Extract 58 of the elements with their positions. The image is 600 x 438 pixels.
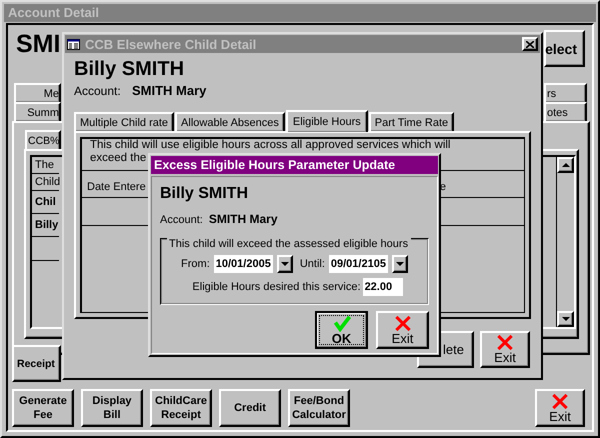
action-button[interactable]: Display Bill xyxy=(81,389,143,427)
from-label: From: xyxy=(181,258,210,270)
caret-icon xyxy=(562,317,570,321)
description-text: This child will use eligible hours across all approved services which will xyxy=(90,139,450,152)
caret-icon xyxy=(396,262,404,266)
select-button[interactable]: elect xyxy=(544,30,585,67)
date-field[interactable]: 10/01/2005 xyxy=(214,255,273,273)
child-name: Billy SMITH xyxy=(74,58,186,81)
exit-button[interactable]: Exit xyxy=(376,311,429,349)
hours-label: Eligible Hours desired this service: xyxy=(192,281,361,293)
receipt-button[interactable]: Receipt xyxy=(12,345,61,382)
dialog-title: Excess Eligible Hours Parameter Update xyxy=(151,156,438,174)
scrollbar[interactable] xyxy=(556,157,574,327)
tab[interactable]: CCB% xyxy=(25,130,61,150)
tab[interactable]: Me xyxy=(14,83,61,102)
window-title: CCB Elsewhere Child Detail xyxy=(85,36,258,52)
description-text: exceed the xyxy=(90,152,146,165)
tab[interactable]: Summ xyxy=(14,102,61,121)
action-button[interactable]: ChildCare Receipt xyxy=(150,389,212,427)
x-icon xyxy=(392,314,412,332)
window-title: Account Detail xyxy=(4,4,596,22)
until-label: Until: xyxy=(300,258,325,270)
close-button[interactable] xyxy=(522,37,538,51)
list-row[interactable]: The xyxy=(32,157,59,174)
account-name: SMITH Mary xyxy=(132,83,206,98)
dropdown-button[interactable] xyxy=(392,255,408,273)
list-row[interactable]: Child xyxy=(32,174,59,191)
list-row[interactable]: Billy xyxy=(32,214,59,237)
x-icon xyxy=(550,392,570,410)
list-row[interactable]: Chil xyxy=(32,191,59,214)
ok-button[interactable]: OK xyxy=(315,311,368,349)
action-button[interactable]: Generate Fee xyxy=(12,389,74,427)
tab[interactable]: Eligible Hours xyxy=(286,110,368,132)
caret-icon xyxy=(280,262,289,266)
child-name: Billy SMITH xyxy=(160,185,250,203)
dropdown-button[interactable] xyxy=(276,255,293,273)
account-name: SMITH Mary xyxy=(208,212,278,226)
account-label: Account: xyxy=(74,84,122,98)
date-field[interactable]: 09/01/2105 xyxy=(328,255,388,273)
form-icon xyxy=(67,38,80,50)
column-header: Date Entere xyxy=(87,181,146,193)
tab[interactable]: Multiple Child rate xyxy=(74,112,174,131)
checkmark-icon xyxy=(332,314,352,332)
tab[interactable]: rs xyxy=(544,83,587,102)
name-heading: SMI xyxy=(16,30,60,59)
action-button[interactable]: Fee/Bond Calculator xyxy=(288,389,350,427)
group-label: This child will exceed the assessed eligible hours xyxy=(167,238,412,250)
x-icon xyxy=(495,334,515,351)
tab[interactable]: Allowable Absences xyxy=(175,112,285,131)
exit-button[interactable]: Exit xyxy=(535,389,585,427)
account-label: Account: xyxy=(160,214,203,226)
action-button[interactable]: Credit xyxy=(219,389,281,427)
tab[interactable]: otes xyxy=(544,102,587,121)
caret-icon xyxy=(562,163,570,167)
exit-button[interactable]: Exit xyxy=(480,331,530,368)
close-icon xyxy=(526,40,534,48)
hours-field[interactable]: 22.00 xyxy=(362,278,403,296)
tab[interactable]: Part Time Rate xyxy=(368,112,454,131)
